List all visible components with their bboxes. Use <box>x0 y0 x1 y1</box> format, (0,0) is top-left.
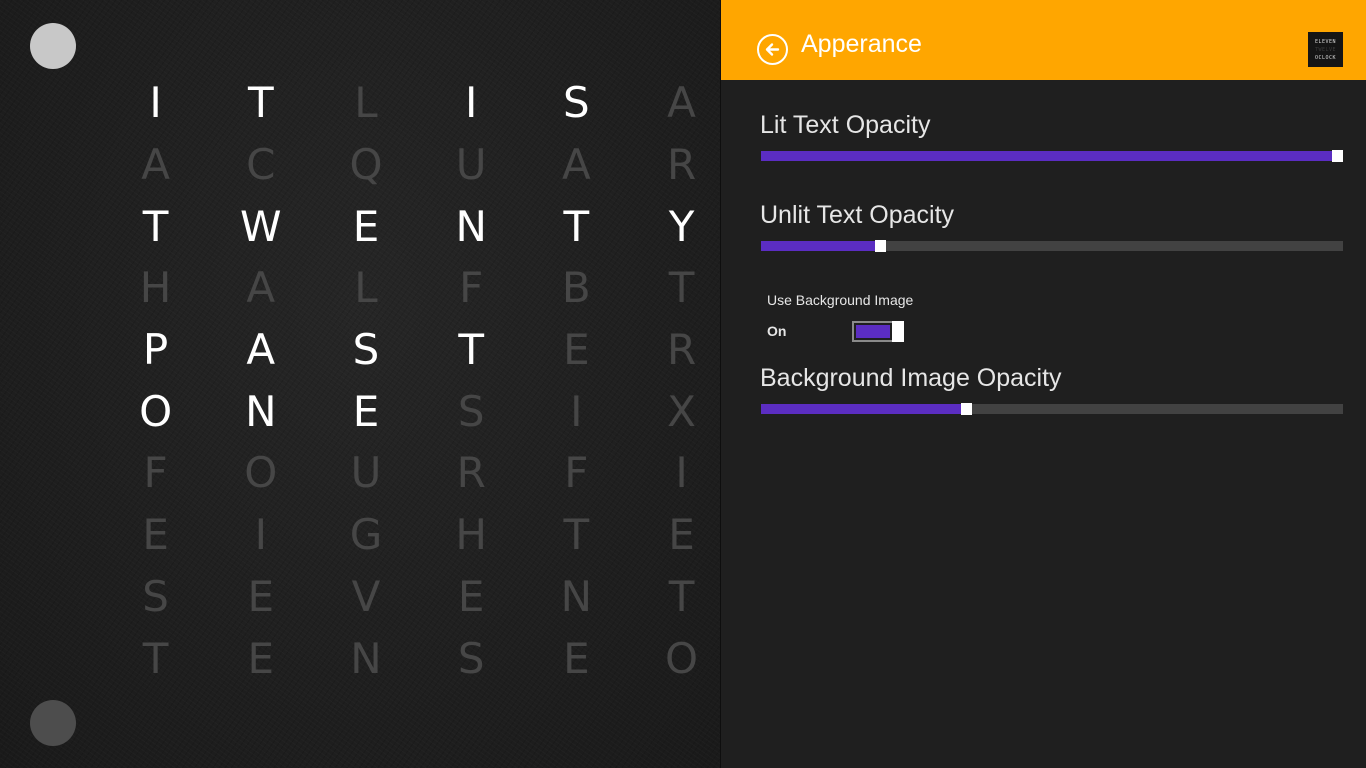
lit-text-opacity-label: Lit Text Opacity <box>760 111 931 139</box>
clock-letter: F <box>143 448 168 498</box>
clock-letter: S <box>352 325 380 375</box>
slider-thumb[interactable] <box>875 240 886 252</box>
slider-fill <box>761 404 963 414</box>
toggle-state-label: On <box>767 323 787 339</box>
clock-letter: N <box>350 633 382 683</box>
slider-fill <box>761 241 877 251</box>
clock-letter: T <box>247 78 274 128</box>
clock-letter: E <box>668 510 695 560</box>
clock-letter: E <box>352 386 380 436</box>
clock-letter: A <box>561 140 591 190</box>
clock-letter: N <box>560 571 593 621</box>
clock-letter: S <box>457 633 485 683</box>
clock-letter: T <box>142 201 169 251</box>
clock-letter: T <box>668 263 695 313</box>
unlit-text-opacity-label: Unlit Text Opacity <box>760 201 955 229</box>
clock-letter: H <box>139 263 172 313</box>
clock-letter: C <box>246 140 276 190</box>
word-clock-face: ITLISAACQUARTWENTYHALFBTPASTERONESIXFOUR… <box>0 0 720 768</box>
clock-letter: A <box>246 263 276 313</box>
clock-letter: N <box>455 201 487 251</box>
clock-letter: I <box>464 78 478 128</box>
clock-letter: E <box>352 201 380 251</box>
back-arrow-icon <box>765 43 780 56</box>
clock-letter: B <box>561 263 591 313</box>
clock-letter: A <box>667 78 696 128</box>
clock-letter: I <box>149 78 162 128</box>
clock-letter: S <box>563 78 590 128</box>
clock-letter: R <box>666 140 697 190</box>
top-corner-dot <box>30 23 76 69</box>
slider-thumb[interactable] <box>961 403 972 415</box>
clock-letter: E <box>563 633 590 683</box>
background-image-opacity-slider[interactable] <box>761 403 1343 415</box>
clock-letter: Q <box>349 140 383 190</box>
app-logo: ELEVEN TWELVE OCLOCK <box>1308 32 1343 67</box>
clock-letter: L <box>354 263 378 313</box>
unlit-text-opacity-slider[interactable] <box>761 240 1343 252</box>
clock-letter: H <box>455 510 487 560</box>
clock-letter: T <box>563 201 590 251</box>
slider-thumb[interactable] <box>1332 150 1343 162</box>
clock-letter: O <box>244 448 278 498</box>
clock-letter: U <box>455 140 487 190</box>
background-image-opacity-label: Background Image Opacity <box>760 364 1062 392</box>
clock-letter: I <box>675 448 688 498</box>
clock-letter: E <box>563 325 590 375</box>
page-title: Apperance <box>801 30 922 58</box>
clock-letter: F <box>564 448 589 498</box>
clock-letter: A <box>141 140 170 190</box>
clock-letter: O <box>665 633 699 683</box>
clock-letter: T <box>142 633 169 683</box>
lit-text-opacity-slider[interactable] <box>761 150 1343 162</box>
logo-line-2: TWELVE <box>1314 46 1337 53</box>
clock-letter: I <box>570 386 583 436</box>
letter-grid: ITLISAACQUARTWENTYHALFBTPASTERONESIXFOUR… <box>103 72 734 689</box>
clock-letter: I <box>254 510 267 560</box>
clock-letter: L <box>354 78 378 128</box>
clock-letter: R <box>456 448 486 498</box>
clock-letter: F <box>459 263 484 313</box>
use-background-image-label: Use Background Image <box>767 292 914 308</box>
clock-letter: T <box>458 325 484 375</box>
clock-letter: S <box>142 571 169 621</box>
bottom-corner-dot <box>30 700 76 746</box>
clock-letter: E <box>247 633 275 683</box>
clock-letter: T <box>668 571 695 621</box>
clock-letter: R <box>666 325 697 375</box>
logo-line-3: OCLOCK <box>1314 54 1337 61</box>
settings-panel: Apperance ELEVEN TWELVE OCLOCK Lit Text … <box>721 0 1366 768</box>
clock-letter: T <box>563 510 590 560</box>
logo-line-1: ELEVEN <box>1314 38 1337 45</box>
panel-header: Apperance ELEVEN TWELVE OCLOCK <box>721 0 1366 80</box>
clock-letter: P <box>142 325 169 375</box>
clock-letter: N <box>245 386 277 436</box>
clock-letter: E <box>457 571 485 621</box>
app-window: ITLISAACQUARTWENTYHALFBTPASTERONESIXFOUR… <box>0 0 1366 768</box>
toggle-fill <box>856 325 890 338</box>
use-background-image-toggle[interactable] <box>852 321 904 342</box>
back-button[interactable] <box>757 34 788 65</box>
toggle-thumb[interactable] <box>892 321 904 342</box>
clock-letter: U <box>350 448 382 498</box>
clock-letter: G <box>349 510 383 560</box>
clock-letter: E <box>142 510 169 560</box>
clock-letter: S <box>457 386 485 436</box>
clock-letter: E <box>247 571 275 621</box>
clock-letter: X <box>667 386 696 436</box>
slider-fill <box>761 151 1334 161</box>
clock-letter: W <box>240 201 282 251</box>
clock-letter: V <box>351 571 381 621</box>
clock-letter: O <box>139 386 173 436</box>
clock-letter: A <box>246 325 276 375</box>
clock-letter: Y <box>668 201 695 251</box>
